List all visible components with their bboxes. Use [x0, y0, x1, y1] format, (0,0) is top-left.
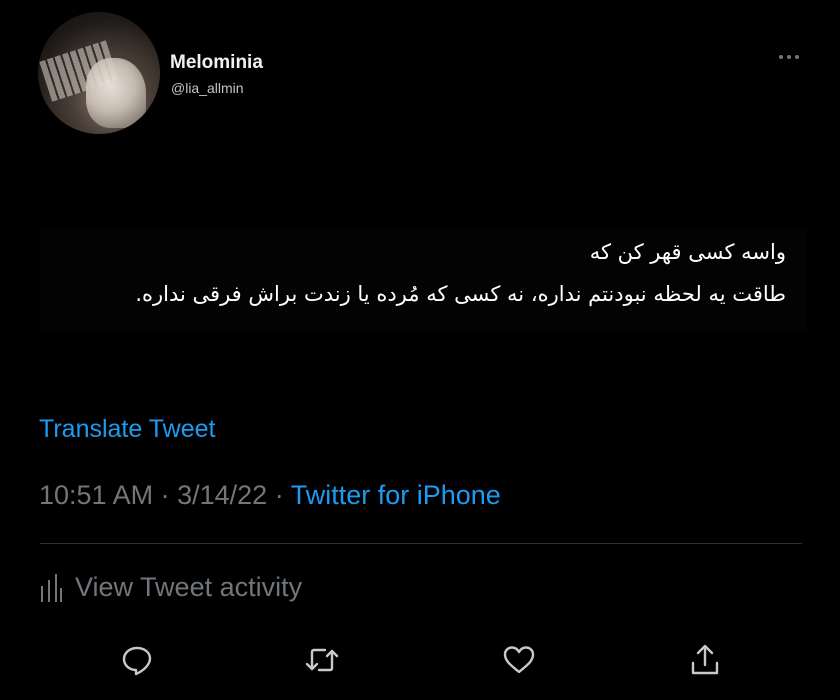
- like-icon: [503, 646, 535, 674]
- tweet-source-link[interactable]: Twitter for iPhone: [291, 480, 501, 510]
- divider: [40, 543, 802, 544]
- more-dot: [779, 55, 783, 59]
- share-icon: [691, 644, 719, 675]
- display-name[interactable]: Melominia: [170, 52, 263, 74]
- share-button[interactable]: [685, 640, 725, 680]
- reply-button[interactable]: [117, 640, 157, 680]
- meta-separator: ·: [274, 480, 284, 510]
- avatar[interactable]: [38, 12, 160, 134]
- tweet-line: طاقت یه لحظه نبودنتم نداره، نه کسی که مُ…: [135, 282, 786, 306]
- more-dot: [787, 55, 791, 59]
- activity-label: View Tweet activity: [75, 571, 303, 602]
- retweet-icon: [305, 648, 339, 672]
- retweet-button[interactable]: [302, 640, 342, 680]
- reply-icon: [122, 646, 152, 676]
- tweet-meta: 10:51 AM · 3/14/22 · Twitter for iPhone: [39, 480, 501, 511]
- translate-tweet-link[interactable]: Translate Tweet: [39, 415, 215, 444]
- more-dot: [795, 55, 799, 59]
- more-options-icon[interactable]: [773, 50, 805, 64]
- view-tweet-activity-link[interactable]: View Tweet activity: [39, 570, 302, 604]
- activity-chart-icon: [41, 574, 62, 602]
- tweet-text: واسه کسی قهر کن که طاقت یه لحظه نبودنتم …: [40, 228, 806, 332]
- tweet-time[interactable]: 10:51 AM: [39, 480, 153, 510]
- like-button[interactable]: [499, 640, 539, 680]
- tweet-line: واسه کسی قهر کن که: [589, 240, 786, 264]
- tweet-date[interactable]: 3/14/22: [177, 480, 267, 510]
- meta-separator: ·: [160, 480, 170, 510]
- user-handle[interactable]: @lia_allmin: [171, 80, 244, 96]
- avatar-hand: [86, 58, 146, 128]
